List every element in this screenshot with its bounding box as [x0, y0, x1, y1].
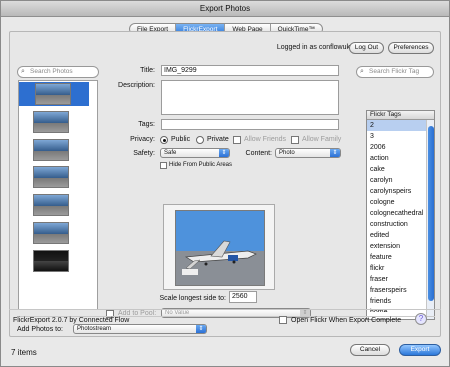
photo-preview-frame — [163, 204, 275, 290]
airplane-image-icon — [176, 211, 264, 285]
flickr-tag-item[interactable]: feature — [367, 252, 434, 263]
scale-field[interactable]: 2560 — [229, 291, 257, 303]
flickr-tag-item[interactable]: 3 — [367, 131, 434, 142]
safety-select[interactable]: Safe ⇕ — [160, 148, 230, 158]
photo-search-placeholder: Search Photos — [30, 68, 73, 75]
flickr-tag-search-input[interactable]: ⌕ Search Flickr Tag — [356, 66, 434, 78]
login-status: Logged in as conflowuk — [276, 44, 350, 51]
photo-thumbnail[interactable] — [33, 139, 69, 161]
chevron-down-icon: ⇕ — [330, 149, 340, 157]
flickr-tag-item[interactable]: flickr — [367, 263, 434, 274]
flickr-tag-item[interactable]: cologne — [367, 197, 434, 208]
flickr-tag-item[interactable]: fraserspeirs — [367, 285, 434, 296]
add-photos-select-value: Photostream — [77, 326, 112, 332]
public-radio[interactable] — [160, 136, 168, 144]
public-label: Public — [171, 136, 191, 143]
flickrexport-panel: Logged in as conflowuk Log Out Preferenc… — [9, 31, 441, 337]
content-select[interactable]: Photo ⇕ — [275, 148, 341, 158]
safety-label: Safety: — [133, 150, 155, 157]
flickr-tag-item[interactable]: friends — [367, 296, 434, 307]
flickr-tag-item[interactable]: cake — [367, 164, 434, 175]
description-field[interactable] — [161, 80, 339, 115]
chevron-down-icon: ⇕ — [219, 149, 229, 157]
search-icon: ⌕ — [360, 68, 364, 75]
hide-public-checkbox[interactable] — [160, 162, 167, 169]
flickr-tag-item[interactable]: fraser — [367, 274, 434, 285]
allow-family-label: Allow Family — [302, 136, 342, 143]
open-flickr-label: Open Flickr When Export Complete — [291, 317, 402, 324]
photo-thumbnail[interactable] — [33, 166, 69, 188]
scale-label: Scale longest side to: — [159, 295, 226, 302]
content-label: Content: — [245, 150, 272, 157]
hide-public-label: Hide From Public Areas — [169, 162, 233, 168]
flickr-tag-item[interactable]: 2 — [367, 120, 434, 131]
privacy-label: Privacy: — [130, 136, 155, 143]
photo-thumbnail[interactable] — [33, 194, 69, 216]
flickr-tags-header: Flickr Tags — [367, 111, 434, 120]
export-photos-window: Export Photos File Export FlickrExport W… — [0, 0, 450, 367]
flickr-tag-search-placeholder: Search Flickr Tag — [369, 68, 420, 75]
flickr-tag-item[interactable]: carolyn — [367, 175, 434, 186]
allow-friends-label: Allow Friends — [244, 136, 287, 143]
photo-thumbnail-selected[interactable] — [19, 82, 89, 106]
tag-scroll-thumb[interactable] — [428, 126, 434, 301]
flickr-tag-item[interactable]: 2006 — [367, 142, 434, 153]
private-radio[interactable] — [196, 136, 204, 144]
flickr-tag-item[interactable]: action — [367, 153, 434, 164]
preferences-button[interactable]: Preferences — [388, 42, 434, 54]
add-photos-select[interactable]: Photostream ⇕ — [73, 324, 207, 334]
cancel-button[interactable]: Cancel — [350, 344, 390, 356]
open-flickr-checkbox[interactable] — [279, 316, 287, 324]
logout-button[interactable]: Log Out — [349, 42, 384, 54]
add-photos-to-label: Add Photos to: — [17, 326, 63, 333]
search-icon: ⌕ — [21, 68, 25, 75]
photo-thumbnail[interactable] — [33, 222, 69, 244]
airplane-photo-preview — [175, 210, 265, 286]
version-label: FlickrExport 2.0.7 by Connected Flow — [13, 317, 130, 324]
title-label: Title: — [140, 67, 155, 74]
export-button[interactable]: Export — [399, 344, 441, 356]
help-button[interactable]: ? — [415, 313, 427, 325]
allow-family-checkbox[interactable] — [291, 136, 299, 144]
safety-select-value: Safe — [164, 150, 177, 156]
chevron-down-icon: ⇕ — [196, 325, 206, 333]
private-label: Private — [207, 136, 229, 143]
tags-label: Tags: — [138, 121, 155, 128]
flickr-tag-item[interactable]: colognecathedral — [367, 208, 434, 219]
flickr-tag-item[interactable]: carolynspeirs — [367, 186, 434, 197]
flickr-tag-item[interactable]: construction — [367, 219, 434, 230]
photo-search-input[interactable]: ⌕ Search Photos — [17, 66, 99, 78]
photo-thumbnail[interactable] — [33, 250, 69, 272]
content-select-value: Photo — [279, 150, 295, 156]
flickr-tag-list[interactable]: Flickr Tags 2 3 2006 action cake carolyn… — [366, 110, 435, 320]
flickr-tag-item[interactable]: edited — [367, 230, 434, 241]
photo-list[interactable] — [18, 80, 98, 310]
tags-field[interactable] — [161, 119, 339, 130]
allow-friends-checkbox[interactable] — [233, 136, 241, 144]
bottom-divider — [9, 309, 441, 310]
flickr-tag-item[interactable]: extension — [367, 241, 434, 252]
tag-list-scrollbar[interactable] — [426, 120, 434, 319]
photo-thumbnail-image — [35, 83, 71, 105]
window-title: Export Photos — [1, 1, 449, 17]
item-count: 7 items — [11, 348, 37, 357]
description-label: Description: — [118, 82, 155, 89]
photo-thumbnail[interactable] — [33, 111, 69, 133]
title-field[interactable]: IMG_9299 — [161, 65, 339, 76]
